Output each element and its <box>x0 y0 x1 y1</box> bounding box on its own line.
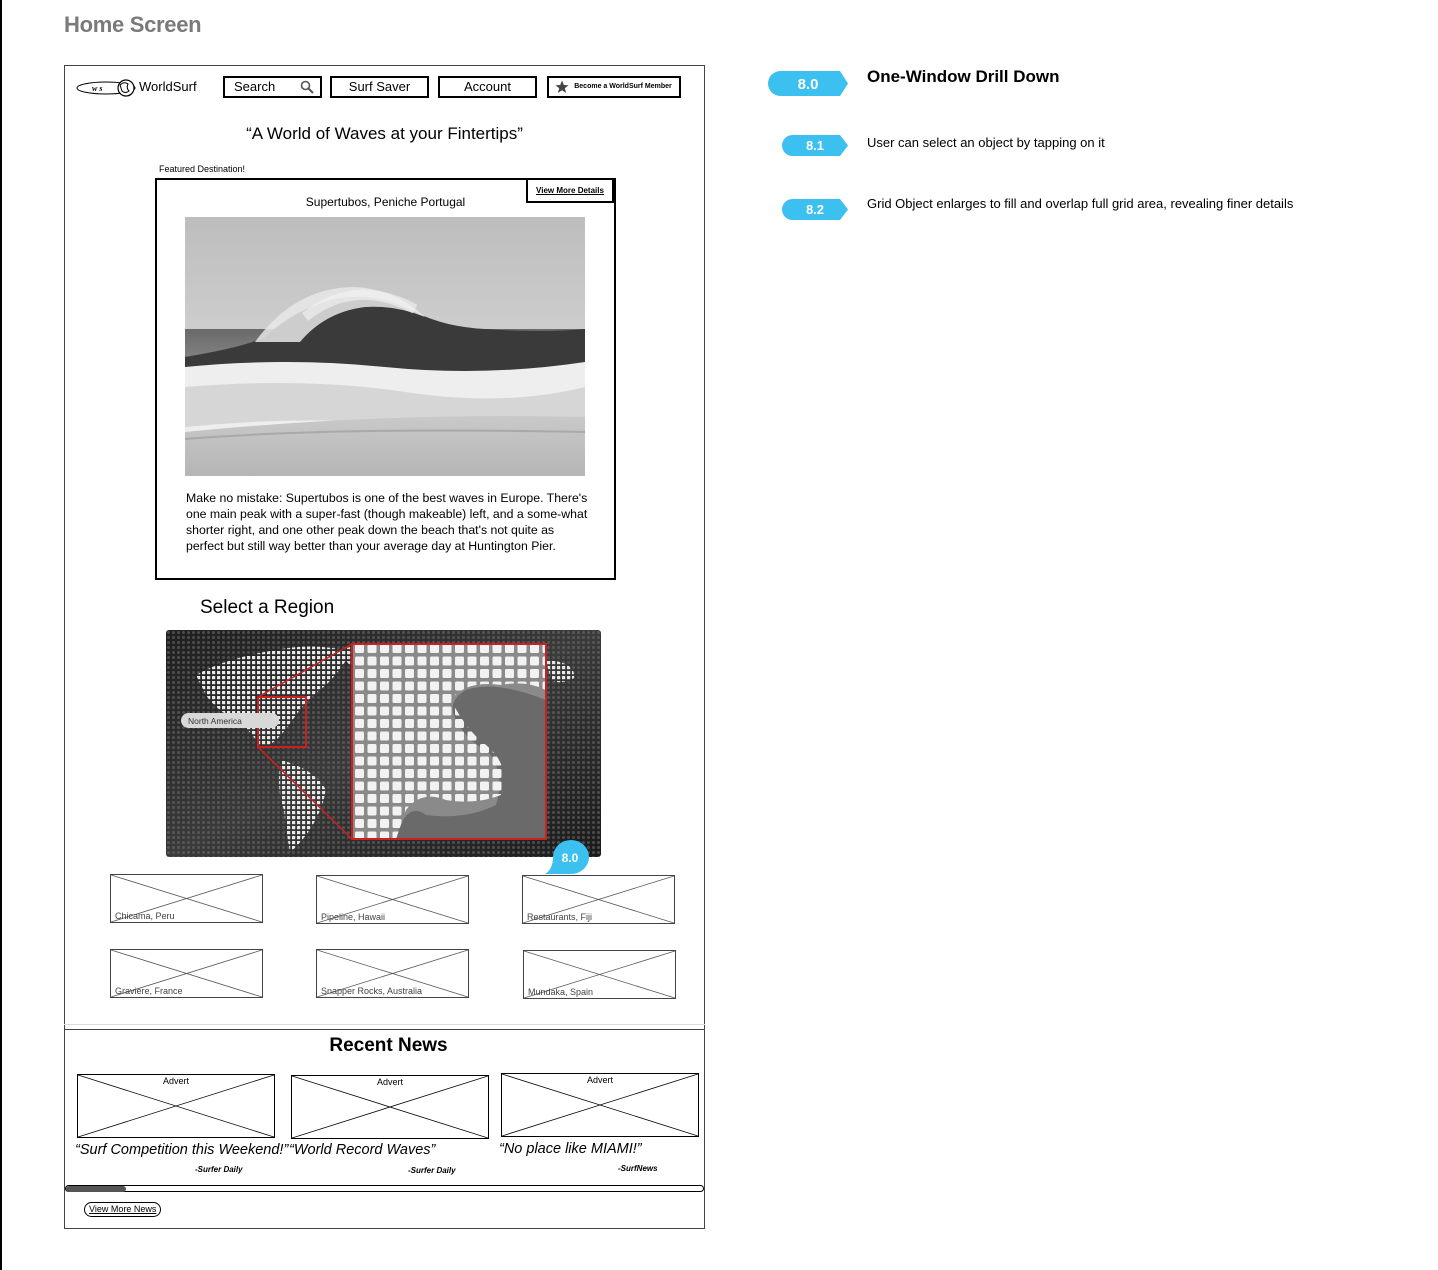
advert-label: Advert <box>162 1076 189 1086</box>
region-section-title: Select a Region <box>200 597 335 618</box>
worldsurf-logo[interactable]: w s <box>76 75 138 101</box>
advert-label: Advert <box>586 1075 613 1085</box>
annotation-text: One-Window Drill Down <box>867 67 1060 86</box>
page-title: Home Screen <box>64 12 202 37</box>
logo-initials: w s <box>92 84 102 93</box>
destination-tile[interactable]: Restaurants, Fiji <box>522 875 675 924</box>
news-advert[interactable]: Advert <box>501 1073 699 1137</box>
surf-saver-button[interactable]: Surf Saver <box>330 76 429 98</box>
destination-label: Snapper Rocks, Australia <box>321 986 423 996</box>
section-divider <box>64 1029 705 1030</box>
star-icon <box>555 80 569 93</box>
destination-tile[interactable]: Pipeline, Hawaii <box>316 875 469 924</box>
tagline: “A World of Waves at your Fintertips” <box>246 124 523 143</box>
annotation-number: 8.2 <box>806 202 824 217</box>
map-hover-label: North America <box>188 716 242 726</box>
logo-wordmark: WorldSurf <box>139 79 197 94</box>
news-source: -Surfer Daily <box>195 1165 243 1174</box>
news-scrollbar[interactable] <box>65 1185 704 1192</box>
destination-tile[interactable]: Chicama, Peru <box>110 874 263 923</box>
annotation-number: 8.0 <box>798 76 819 93</box>
annotation-8-0-callout: 8.0 <box>545 840 589 874</box>
news-advert[interactable]: Advert <box>291 1075 489 1139</box>
featured-label: Featured Destination! <box>159 164 246 174</box>
destination-label: Pipeline, Hawaii <box>321 912 386 922</box>
recent-news-title: Recent News <box>329 1035 448 1056</box>
destination-label: Chicama, Peru <box>115 911 175 921</box>
destination-tile[interactable]: Graviere, France <box>110 949 263 998</box>
destination-tile[interactable]: Mundaka, Spain <box>523 950 676 999</box>
news-headline[interactable]: “World Record Waves” <box>289 1142 435 1158</box>
callout-number: 8.0 <box>562 851 579 865</box>
destination-tile[interactable]: Snapper Rocks, Australia <box>316 949 469 998</box>
annotation-text: Grid Object enlarges to fill and overlap… <box>867 196 1294 211</box>
destination-label: Restaurants, Fiji <box>527 912 593 922</box>
view-more-news-link[interactable]: View More News <box>84 1202 162 1217</box>
featured-wave-photo <box>185 217 585 476</box>
news-headline[interactable]: “No place like MIAMI!” <box>499 1141 642 1157</box>
news-advert[interactable]: Advert <box>77 1074 275 1138</box>
featured-destination-description: Make no mistake: Supertubos is one of th… <box>186 491 588 553</box>
world-region-map[interactable]: North America <box>166 630 601 857</box>
annotation-badge: 8.0 <box>768 71 848 96</box>
account-button[interactable]: Account <box>438 76 537 98</box>
featured-destination-title: Supertubos, Peniche Portugal <box>305 195 466 209</box>
advert-label: Advert <box>376 1077 403 1087</box>
news-scrollbar-thumb[interactable] <box>66 1186 126 1192</box>
news-source: -Surfer Daily <box>408 1166 456 1175</box>
annotation-number: 8.1 <box>806 138 824 153</box>
become-member-label: Become a WorldSurf Member <box>574 83 672 90</box>
news-headline[interactable]: “Surf Competition this Weekend!” <box>75 1142 288 1158</box>
search-button[interactable]: Search <box>223 76 322 98</box>
destination-label: Mundaka, Spain <box>528 987 594 997</box>
news-source: -SurfNews <box>618 1164 658 1173</box>
search-label: Search <box>234 79 276 94</box>
annotation-text: User can select an object by tapping on … <box>867 135 1105 150</box>
section-divider-light <box>64 1024 705 1025</box>
page-left-border <box>0 0 2 1270</box>
become-member-button[interactable]: Become a WorldSurf Member <box>547 76 681 98</box>
destination-label: Graviere, France <box>115 986 183 996</box>
annotation-badge: 8.1 <box>782 135 848 156</box>
search-icon <box>300 80 314 94</box>
annotation-badge: 8.2 <box>782 199 848 220</box>
